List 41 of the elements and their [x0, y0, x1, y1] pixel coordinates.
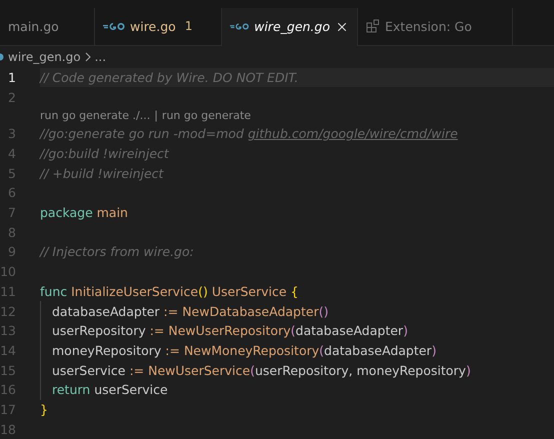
code-line: }: [40, 402, 48, 417]
code-line: package main: [40, 205, 128, 220]
line-number: 14: [0, 342, 16, 358]
code-link[interactable]: github.com/google/wire/cmd/wire: [248, 126, 458, 142]
code-line: // Code generated by Wire. DO NOT EDIT.: [40, 70, 298, 85]
line-number: 9: [7, 244, 16, 260]
line-number: 2: [7, 90, 16, 105]
line-number: 6: [7, 185, 16, 200]
problem-count: 1: [184, 19, 192, 34]
editor-tab[interactable]: wire_gen.go: [222, 8, 358, 46]
codelens-separator: |: [154, 109, 158, 122]
code-line: userRepository := NewUserRepository(databaseAdapter): [52, 323, 408, 338]
line-number: 8: [7, 224, 16, 240]
code-line: func InitializeUserService() UserService {: [40, 284, 298, 299]
code-line: return userService: [52, 382, 168, 398]
code-line: // +build !wireinject: [40, 166, 164, 181]
line-number: 12: [0, 304, 16, 319]
line-number: 18: [0, 422, 16, 437]
code-line: // Injectors from wire.go:: [40, 244, 194, 260]
code-line: //go:generate go run -mod=mod github.com/google/wire/cmd/wire: [40, 126, 458, 142]
breadcrumb-file[interactable]: wire_gen.go: [8, 50, 81, 64]
line-number: 4: [7, 146, 16, 162]
line-number: 5: [7, 166, 16, 181]
code-line: userService := NewUserService(userRepository, moneyRepository): [52, 362, 471, 378]
line-number: 16: [0, 382, 16, 398]
line-number: 11: [0, 284, 16, 299]
code-line: moneyRepository := NewMoneyRepository(databaseAdapter): [52, 342, 436, 358]
line-number: 13: [0, 323, 16, 338]
extensions-icon: [366, 19, 380, 34]
line-number: 1: [7, 70, 16, 85]
chevron-right-icon: [84, 52, 91, 62]
line-number: 17: [0, 402, 16, 417]
line-number: 10: [0, 264, 16, 280]
codelens-link[interactable]: run go generate ./...: [40, 109, 150, 122]
code-line: //go:build !wireinject: [40, 146, 169, 162]
line-number: 7: [7, 205, 16, 220]
line-number: 3: [7, 126, 16, 142]
code-line: databaseAdapter := NewDatabaseAdapter(): [52, 304, 328, 319]
breadcrumb-more[interactable]: ...: [94, 50, 106, 64]
line-number: 15: [0, 362, 16, 378]
codelens-link[interactable]: run go generate: [162, 109, 251, 122]
